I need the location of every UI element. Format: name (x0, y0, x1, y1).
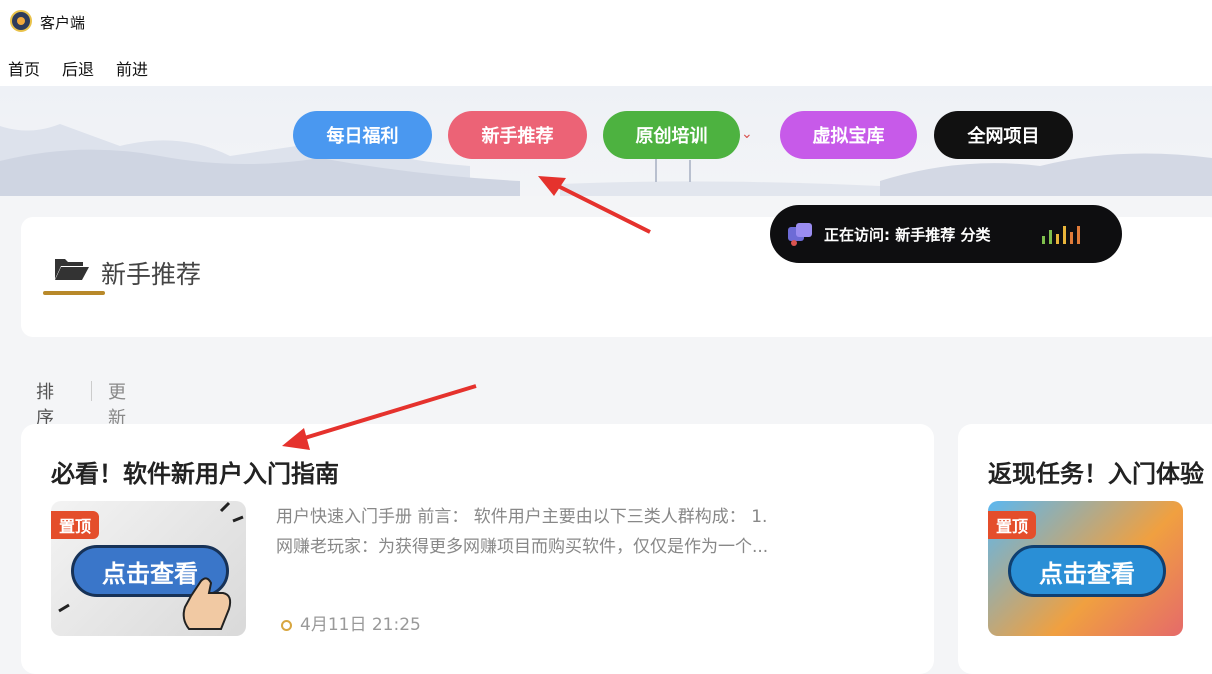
thumbnail-view-button: 点击查看 (1008, 545, 1166, 597)
excerpt-line: 网赚老玩家：为获得更多网赚项目而购买软件，仅仅是作为一个... (276, 537, 769, 557)
menu-back[interactable]: 后退 (62, 56, 94, 80)
clock-dot-icon (281, 619, 292, 631)
chevron-down-icon[interactable]: ⌄ (741, 126, 753, 142)
menu-bar: 首页 后退 前进 (0, 44, 1212, 86)
post-thumbnail[interactable]: 置顶 点击查看 (51, 501, 246, 636)
post-title[interactable]: 返现任务！入门体验 (988, 454, 1204, 489)
pinned-badge: 置顶 (988, 511, 1037, 539)
post-card[interactable]: 返现任务！入门体验 置顶 点击查看 (958, 424, 1212, 674)
app-logo-icon (10, 10, 32, 32)
menu-forward[interactable]: 前进 (116, 56, 148, 80)
nav-original-training[interactable]: 原创培训 (603, 111, 740, 159)
window-title: 客户端 (40, 14, 86, 32)
nav-all-projects[interactable]: 全网项目 (934, 111, 1073, 159)
pointing-hand-icon (58, 501, 244, 630)
nav-daily-welfare[interactable]: 每日福利 (293, 111, 432, 159)
nav-newbie-recommend[interactable]: 新手推荐 (448, 111, 587, 159)
sort-option-update[interactable]: 更新 (108, 378, 126, 430)
excerpt-line: 用户快速入门手册 前言： 软件用户主要由以下三类人群构成： 1. (276, 507, 768, 527)
category-title: 新手推荐 (101, 260, 202, 289)
visiting-text: 正在访问: 新手推荐 分类 (824, 226, 991, 244)
post-date: 4月11日 21:25 (281, 610, 421, 635)
sort-divider (91, 381, 92, 401)
post-excerpt: 用户快速入门手册 前言： 软件用户主要由以下三类人群构成： 1. 网赚老玩家：为… (276, 502, 906, 562)
visiting-status-badge: 正在访问: 新手推荐 分类 (770, 205, 1122, 263)
nav-virtual-vault[interactable]: 虚拟宝库 (780, 111, 917, 159)
sort-label[interactable]: 排序 (36, 378, 54, 430)
title-bar: 客户端 (0, 0, 1212, 44)
folder-open-icon (55, 259, 89, 280)
post-thumbnail[interactable]: 置顶 点击查看 (988, 501, 1183, 636)
audio-bars-icon (1042, 226, 1080, 244)
post-date-text: 4月11日 21:25 (300, 615, 421, 635)
post-card[interactable]: 必看！软件新用户入门指南 置顶 点击查看 用户快速入门手册 前言： 软件用户主要… (21, 424, 934, 674)
menu-home[interactable]: 首页 (8, 56, 40, 80)
post-title[interactable]: 必看！软件新用户入门指南 (51, 454, 339, 489)
chat-bubble-icon (788, 223, 812, 246)
category-underline (43, 291, 105, 295)
